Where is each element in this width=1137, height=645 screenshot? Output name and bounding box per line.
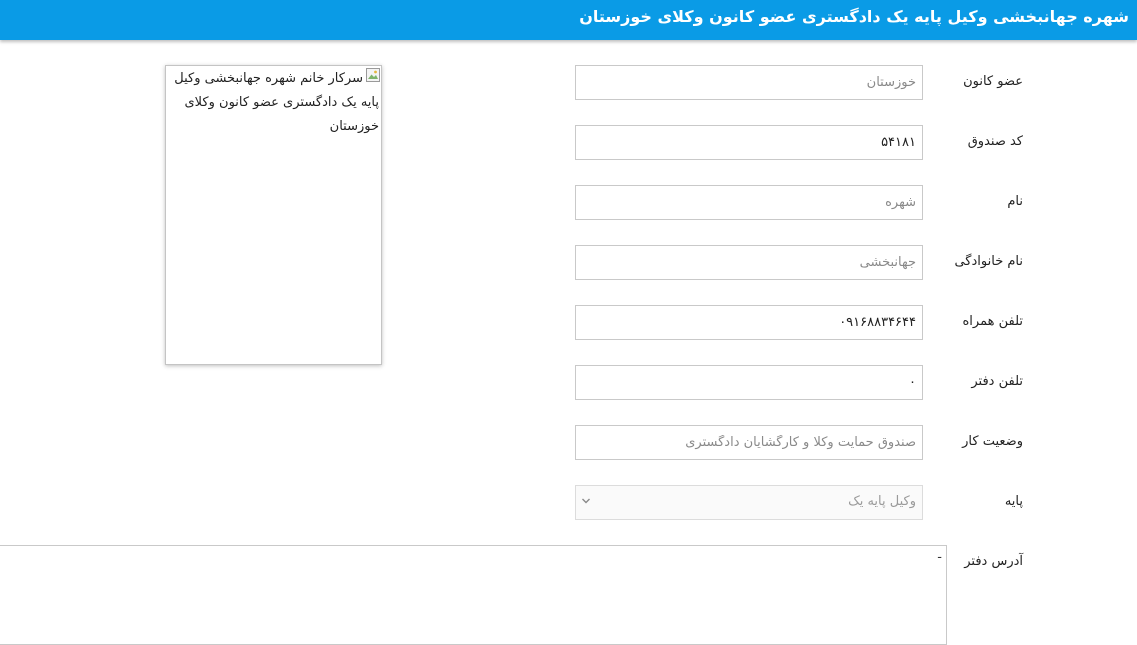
first-name-field[interactable] [575, 185, 923, 220]
office-address-field[interactable]: - [0, 545, 947, 645]
office-address-label: آدرس دفتر [964, 554, 1023, 569]
chevron-down-icon [582, 498, 590, 504]
bar-association-field[interactable] [575, 65, 923, 100]
fund-code-label: کد صندوق [967, 134, 1023, 149]
photo-alt-text: سرکار خانم شهره جهانبخشی وکیل پایه یک دا… [174, 71, 379, 134]
mobile-field[interactable] [575, 305, 923, 340]
office-phone-label: تلفن دفتر [971, 374, 1023, 389]
page-header: شهره جهانبخشی وکیل پایه یک دادگستری عضو … [0, 0, 1137, 40]
last-name-label: نام خانوادگی [954, 254, 1023, 269]
lawyer-photo: سرکار خانم شهره جهانبخشی وکیل پایه یک دا… [165, 65, 382, 365]
bar-association-label: عضو کانون [963, 74, 1023, 89]
fund-code-field[interactable] [575, 125, 923, 160]
grade-label: پایه [1004, 494, 1023, 509]
last-name-field[interactable] [575, 245, 923, 280]
mobile-label: تلفن همراه [962, 314, 1024, 329]
office-phone-field[interactable] [575, 365, 923, 400]
page-title: شهره جهانبخشی وکیل پایه یک دادگستری عضو … [579, 7, 1129, 26]
grade-selected-value: وکیل پایه یک [848, 494, 916, 509]
first-name-label: نام [1007, 194, 1023, 209]
work-status-label: وضعیت کار [962, 434, 1023, 449]
grade-select[interactable]: وکیل پایه یک [575, 485, 923, 520]
work-status-field[interactable] [575, 425, 923, 460]
